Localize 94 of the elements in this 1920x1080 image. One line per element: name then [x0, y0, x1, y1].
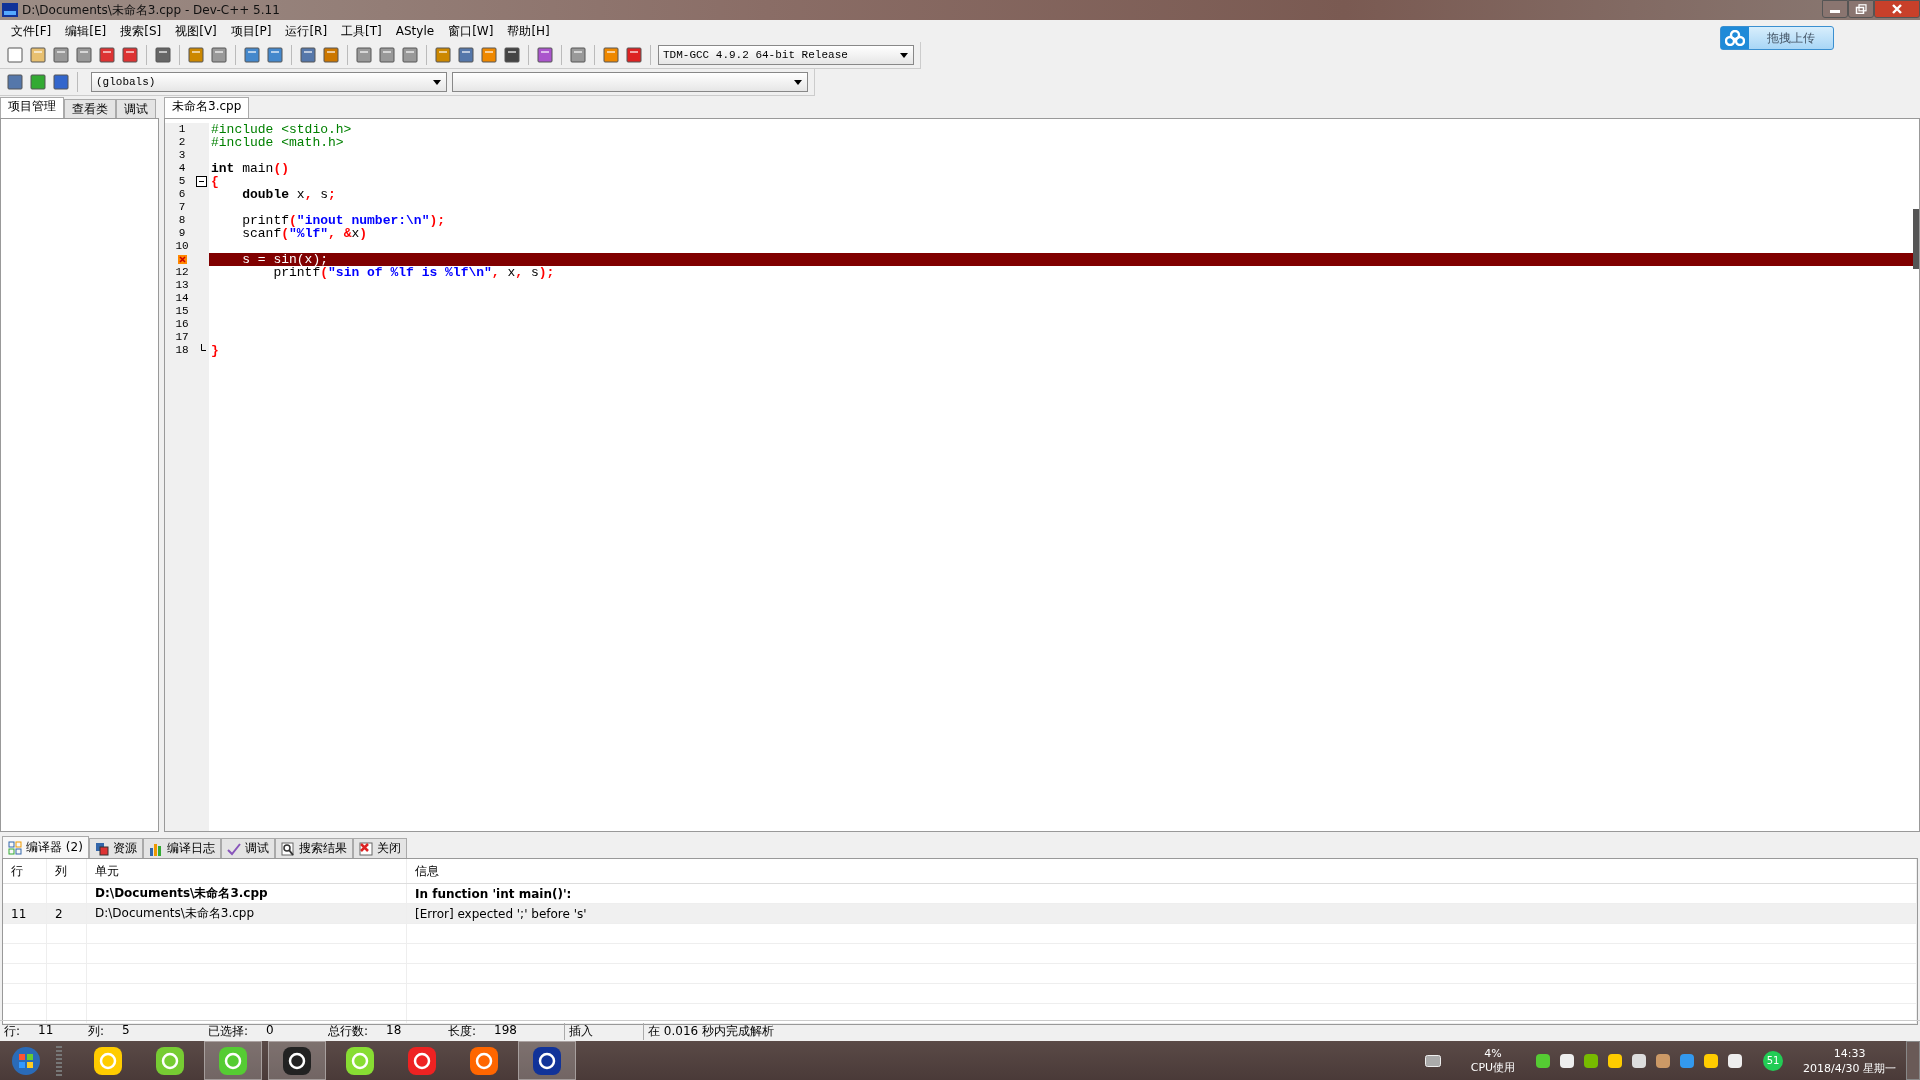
cpu-percent: 4% — [1484, 1046, 1502, 1061]
status-value: 0 — [266, 1022, 274, 1039]
column-header[interactable]: 信息 — [407, 859, 1917, 883]
line-number: 16 — [174, 318, 190, 331]
caret-icon — [794, 79, 802, 85]
status-label: 列: — [88, 1022, 105, 1040]
menu-item[interactable]: 项目[P] — [223, 22, 279, 40]
message-row[interactable]: 11 2 D:\Documents\未命名3.cpp [Error] expected ';' before 's' — [3, 904, 1917, 924]
status-value: 11 — [38, 1022, 54, 1039]
line-number: 1 — [177, 123, 187, 136]
restore-button[interactable] — [1848, 0, 1874, 18]
menu-item[interactable]: 文件[F] — [4, 22, 59, 40]
status-label: 长度: — [448, 1022, 477, 1040]
clock[interactable]: 14:33 2018/4/30 星期一 — [1803, 1045, 1896, 1076]
menu-item[interactable]: 窗口[W] — [441, 22, 501, 40]
output-tab[interactable]: 搜索结果 — [274, 838, 353, 858]
output-tab[interactable]: 编译日志 — [142, 838, 221, 858]
close-icon — [1891, 4, 1903, 14]
table-cell: In function 'int main()': — [415, 886, 572, 901]
menu-item[interactable]: 帮助[H] — [500, 22, 557, 40]
line-number: 15 — [174, 305, 190, 318]
caret-icon — [900, 52, 908, 58]
table-cell: D:\Documents\未命名3.cpp — [95, 905, 255, 922]
parse-status: 在 0.016 秒内完成解析 — [643, 1022, 774, 1040]
code-line: printf("sin of %lf is %lf\n", x, s); — [272, 266, 556, 279]
table-cell: [Error] expected ';' before 's' — [415, 906, 587, 921]
code-line: int main() — [210, 162, 291, 175]
search-icon — [280, 841, 295, 856]
table-cell: 11 — [11, 906, 27, 921]
caret-icon — [433, 79, 441, 85]
line-number: 13 — [174, 279, 190, 292]
close-button[interactable] — [1874, 0, 1920, 18]
line-number: 6 — [177, 188, 187, 201]
code-line: printf("inout number:\n"); — [241, 214, 447, 227]
line-number: 17 — [174, 331, 190, 344]
minimize-button[interactable] — [1822, 0, 1848, 18]
member-dropdown[interactable] — [452, 72, 808, 92]
scrollbar-thumb[interactable] — [1913, 209, 1919, 269]
insert-mode-status: 插入 — [564, 1022, 643, 1040]
status-label: 行: — [4, 1022, 21, 1040]
line-number: 7 — [177, 201, 187, 214]
line-number: 8 — [177, 214, 187, 227]
bar-chart-icon — [148, 841, 163, 856]
menu-item[interactable]: 工具[T] — [334, 22, 389, 40]
panel-tab[interactable]: 项目管理 — [0, 97, 64, 118]
column-header[interactable]: 单元 — [87, 859, 407, 883]
panel-tab[interactable]: 查看类 — [64, 99, 116, 118]
code-line: #include <math.h> — [210, 136, 345, 149]
line-number: 5 — [177, 175, 187, 188]
cpu-label: CPU使用 — [1470, 1060, 1516, 1075]
output-tab[interactable]: 编译器 (2) — [2, 836, 89, 858]
line-number: 3 — [177, 149, 187, 162]
panel-tab[interactable]: 调试 — [116, 99, 156, 118]
line-number: 2 — [177, 136, 187, 149]
menu-item[interactable]: 编辑[E] — [58, 22, 114, 40]
line-number: 4 — [177, 162, 187, 175]
code-line: } — [210, 344, 220, 357]
menu-item[interactable]: 搜索[S] — [113, 22, 169, 40]
line-number: 10 — [174, 240, 190, 253]
menu-item[interactable]: 运行[R] — [278, 22, 335, 40]
upload-button[interactable]: 拖拽上传 — [1720, 26, 1834, 50]
restore-icon — [1855, 4, 1867, 14]
code-line: #include <stdio.h> — [210, 123, 353, 136]
status-value: 5 — [122, 1022, 130, 1039]
app-icon — [2, 2, 18, 18]
menu-item[interactable]: 视图[V] — [168, 22, 224, 40]
code-line: scanf("%lf", &x) — [241, 227, 369, 240]
stack-icon — [94, 841, 109, 856]
status-value: 198 — [494, 1022, 517, 1039]
cloud-icon — [1721, 27, 1749, 49]
line-number: 18 — [174, 344, 190, 357]
code-line: { — [210, 175, 220, 188]
grid-icon — [8, 840, 22, 855]
line-number: 14 — [174, 292, 190, 305]
scope-dropdown[interactable]: (globals) — [91, 72, 447, 92]
window-title: D:\Documents\未命名3.cpp - Dev-C++ 5.11 — [22, 1, 281, 19]
status-label: 总行数: — [328, 1022, 369, 1040]
status-value: 18 — [386, 1022, 402, 1039]
table-cell: 2 — [55, 906, 63, 921]
column-header[interactable]: 行 — [3, 859, 47, 883]
file-tab[interactable]: 未命名3.cpp — [164, 97, 250, 118]
output-tab[interactable]: 资源 — [88, 838, 143, 858]
line-number: 9 — [177, 227, 187, 240]
code-line: double x, s; — [241, 188, 337, 201]
line-number: 12 — [174, 266, 190, 279]
output-tab[interactable]: 调试 — [220, 838, 275, 858]
column-header[interactable]: 列 — [47, 859, 87, 883]
output-tab[interactable]: 关闭 — [352, 838, 407, 858]
menu-item[interactable]: AStyle — [388, 24, 442, 38]
table-cell: D:\Documents\未命名3.cpp — [95, 885, 268, 902]
compiler-dropdown[interactable]: TDM-GCC 4.9.2 64-bit Release — [658, 45, 914, 65]
close-icon — [358, 841, 373, 856]
fold-toggle-icon[interactable] — [195, 175, 207, 188]
status-label: 已选择: — [208, 1022, 249, 1040]
